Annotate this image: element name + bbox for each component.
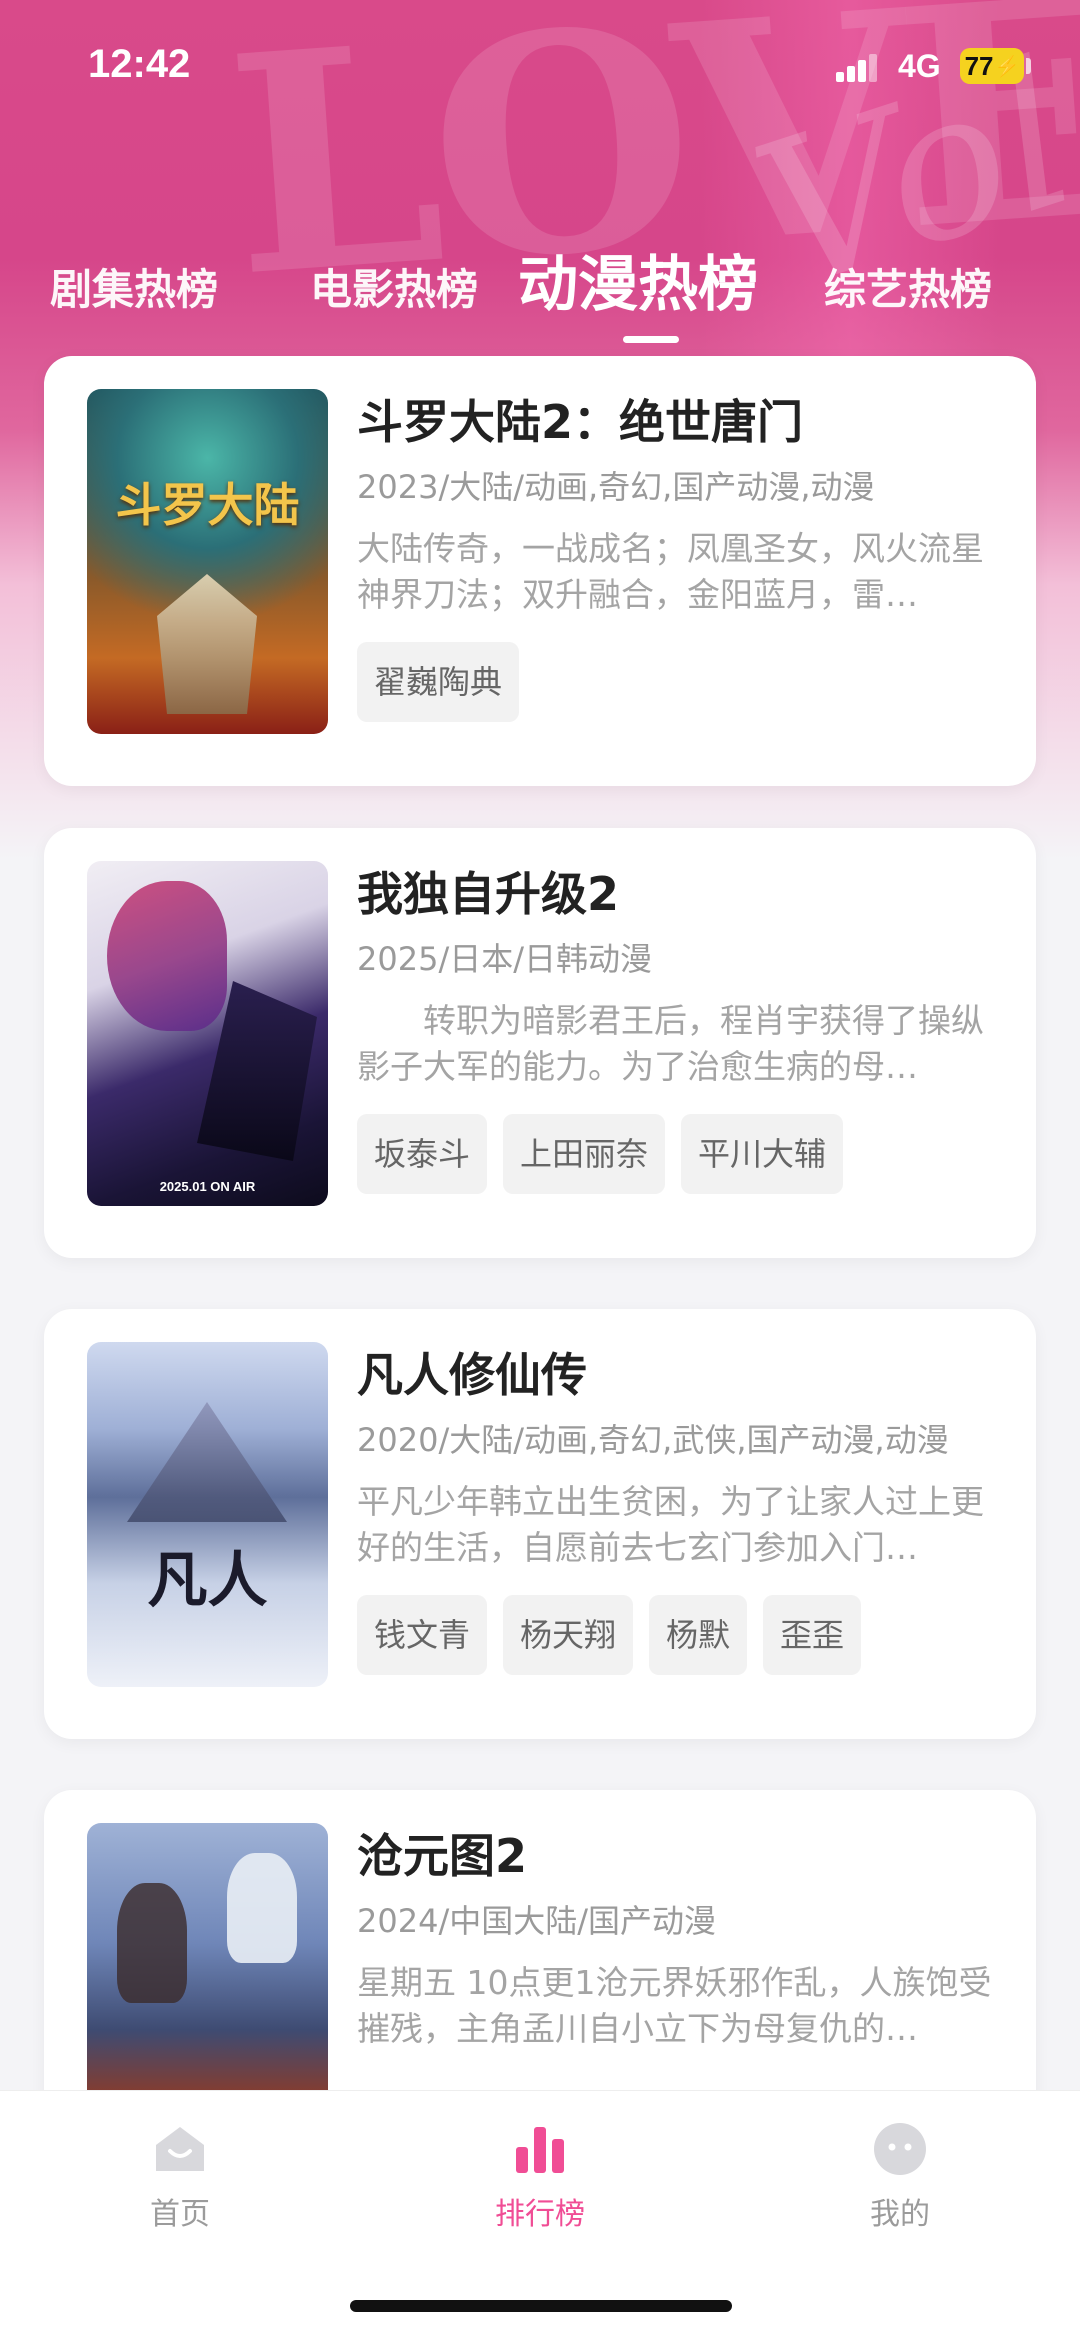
item-title: 斗罗大陆2：绝世唐门 [357, 395, 804, 449]
cast-tag[interactable]: 钱文青 [357, 1595, 488, 1675]
item-description: 星期五 10点更1沧元界妖邪作乱，人族饱受摧残，主角孟川自小立下为母复仇的… [357, 1963, 992, 2048]
item-description: 转职为暗影君王后，程肖宇获得了操纵影子大军的能力。为了治愈生病的母… [357, 1001, 984, 1086]
nav-mine[interactable]: 我的 [800, 2121, 1000, 2233]
cast-tag[interactable]: 歪歪 [763, 1595, 862, 1675]
nav-ranking[interactable]: 排行榜 [440, 2121, 640, 2233]
battery-level: 77 [964, 50, 994, 81]
cast-tags: 钱文青 杨天翔 杨默 歪歪 [357, 1595, 1007, 1675]
poster-image: 凡人 [87, 1342, 328, 1687]
active-tab-indicator [623, 336, 679, 343]
list-item[interactable]: 2025.01 ON AIR 我独自升级2 2025/日本/日韩动漫 转职为暗影… [44, 828, 1036, 1258]
item-title: 我独自升级2 [357, 867, 620, 921]
nav-home-label: 首页 [150, 2197, 210, 2232]
nav-mine-label: 我的 [870, 2197, 930, 2232]
ranking-bars-icon [512, 2121, 568, 2177]
tab-drama-chart[interactable]: 剧集热榜 [50, 256, 218, 317]
cast-tag[interactable]: 坂泰斗 [357, 1114, 488, 1194]
cast-tags: 翟巍陶典 [357, 642, 1007, 722]
item-title: 沧元图2 [357, 1829, 528, 1883]
cellular-signal-icon [836, 52, 880, 82]
poster-image: 2025.01 ON AIR [87, 861, 328, 1206]
nav-ranking-label: 排行榜 [495, 2197, 585, 2232]
status-time: 12:42 [88, 42, 191, 86]
network-type: 4G [898, 48, 941, 84]
battery-icon: 77 ⚡ [960, 48, 1024, 84]
status-bar: 12:42 4G 77 ⚡ [0, 0, 1080, 140]
tab-variety-chart[interactable]: 综艺热榜 [824, 256, 992, 317]
cast-tags: 坂泰斗 上田丽奈 平川大辅 [357, 1114, 1007, 1194]
cast-tag[interactable]: 杨天翔 [503, 1595, 634, 1675]
home-indicator [350, 2300, 732, 2312]
item-meta: 2020/大陆/动画,奇幻,武侠,国产动漫,动漫 [357, 1421, 949, 1459]
cast-tag[interactable]: 翟巍陶典 [357, 642, 520, 722]
item-description: 平凡少年韩立出生贫困，为了让家人过上更好的生活，自愿前去七玄门参加入门… [357, 1482, 984, 1567]
item-title: 凡人修仙传 [357, 1348, 587, 1402]
category-tabs: 剧集热榜 电影热榜 动漫热榜 综艺热榜 [0, 230, 1080, 350]
poster-image: 斗罗大陆 [87, 389, 328, 734]
list-item[interactable]: 凡人 凡人修仙传 2020/大陆/动画,奇幻,武侠,国产动漫,动漫 平凡少年韩立… [44, 1309, 1036, 1739]
cast-tag[interactable]: 平川大辅 [681, 1114, 844, 1194]
profile-face-icon [872, 2121, 928, 2177]
home-icon [152, 2121, 208, 2177]
item-meta: 2023/大陆/动画,奇幻,国产动漫,动漫 [357, 468, 875, 506]
nav-home[interactable]: 首页 [80, 2121, 280, 2233]
cast-tag[interactable]: 杨默 [649, 1595, 748, 1675]
cast-tag[interactable]: 上田丽奈 [503, 1114, 666, 1194]
item-meta: 2024/中国大陆/国产动漫 [357, 1902, 717, 1940]
tab-movie-chart[interactable]: 电影热榜 [310, 256, 478, 317]
item-description: 大陆传奇，一战成名；凤凰圣女，风火流星神界刀法；双升融合，金阳蓝月，雷… [357, 529, 984, 614]
list-item[interactable]: 斗罗大陆 斗罗大陆2：绝世唐门 2023/大陆/动画,奇幻,国产动漫,动漫 大陆… [44, 356, 1036, 786]
tab-anime-chart[interactable]: 动漫热榜 [518, 236, 758, 323]
item-meta: 2025/日本/日韩动漫 [357, 940, 653, 978]
